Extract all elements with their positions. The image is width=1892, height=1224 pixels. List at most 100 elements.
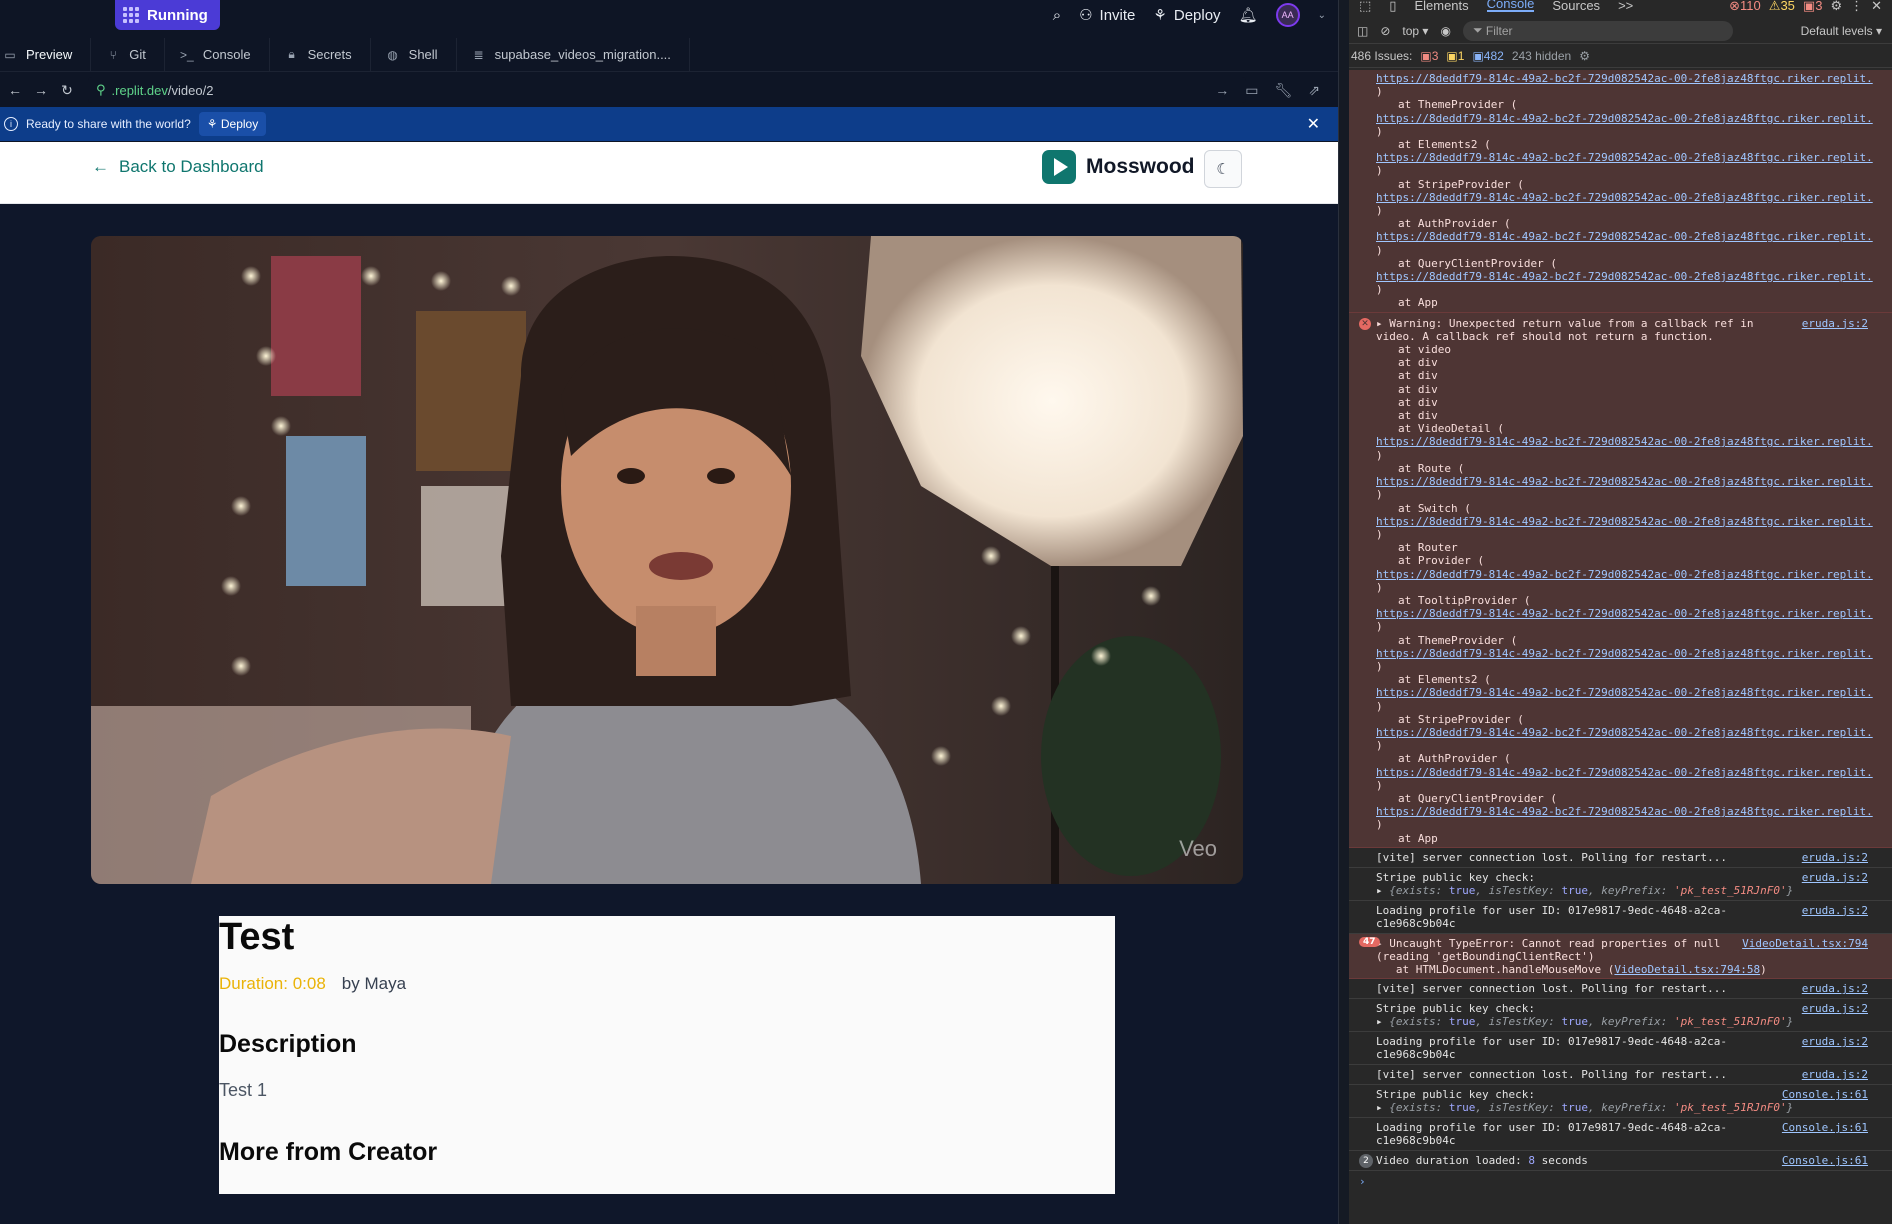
invite-button[interactable]: ⚇ Invite <box>1079 6 1135 25</box>
log-object[interactable]: ▸ {exists: true, isTestKey: true, keyPre… <box>1376 1015 1886 1028</box>
search-icon[interactable]: ⌕ <box>1053 7 1061 24</box>
settings-icon[interactable]: ⚙ <box>1579 49 1590 63</box>
stack-frame-link[interactable]: https://8deddf79-814c-49a2-bc2f-729d0825… <box>1376 475 1886 488</box>
tab-migration[interactable]: ≣ supabase_videos_migration.... <box>457 37 690 72</box>
gear-icon[interactable]: ⚙ <box>1830 0 1842 12</box>
stack-frame-link[interactable]: https://8deddf79-814c-49a2-bc2f-729d0825… <box>1376 191 1886 204</box>
stack-frame-close: ) <box>1376 488 1383 502</box>
forward-arrow-icon[interactable]: → <box>30 82 52 98</box>
stack-frame-link[interactable]: https://8deddf79-814c-49a2-bc2f-729d0825… <box>1376 515 1886 528</box>
log-levels-select[interactable]: Default levels ▾ <box>1801 24 1892 38</box>
source-link[interactable]: VideoDetail.tsx:794 <box>1742 937 1868 950</box>
stack-frame-link[interactable]: https://8deddf79-814c-49a2-bc2f-729d0825… <box>1376 647 1886 660</box>
url-bar: ← → ↻ ⚲ .replit.dev/video/2 → ▭ 🔧︎ ⇗ <box>0 74 1338 106</box>
stack-frame-close: ) <box>1376 778 1383 792</box>
top-actions: ⌕ ⚇ Invite ⚘ Deploy 🔔︎ AA ⌄ <box>1053 0 1326 30</box>
stack-frame-link[interactable]: https://8deddf79-814c-49a2-bc2f-729d0825… <box>1376 766 1886 779</box>
reload-icon[interactable]: ↻ <box>56 82 78 99</box>
stack-frame: at TooltipProvider ( <box>1398 593 1531 607</box>
source-link[interactable]: eruda.js:2 <box>1802 1068 1868 1081</box>
devices-icon[interactable]: ▭ <box>1245 82 1258 99</box>
avatar[interactable]: AA <box>1275 3 1300 27</box>
source-link[interactable]: eruda.js:2 <box>1802 904 1868 917</box>
tab-secrets[interactable]: 🔒︎ Secrets <box>270 37 371 72</box>
context-select[interactable]: top ▾ <box>1402 24 1428 38</box>
more-tabs-icon[interactable]: >> <box>1618 0 1633 12</box>
source-link[interactable]: eruda.js:2 <box>1802 871 1868 884</box>
stack-frame-link[interactable]: https://8deddf79-814c-49a2-bc2f-729d0825… <box>1376 112 1886 125</box>
issues-bar[interactable]: 486 Issues: ▣3 ▣1 ▣482 243 hidden ⚙ <box>1349 44 1892 68</box>
source-link[interactable]: Console.js:61 <box>1782 1154 1868 1167</box>
tab-console[interactable]: >_ Console <box>165 37 270 72</box>
log-object[interactable]: ▸ {exists: true, isTestKey: true, keyPre… <box>1376 884 1886 897</box>
hidden-count: 243 hidden <box>1511 48 1572 63</box>
url-input[interactable]: ⚲ .replit.dev/video/2 <box>88 77 1246 103</box>
issues-info: ▣482 <box>1472 48 1504 63</box>
stack-frame-link[interactable]: https://8deddf79-814c-49a2-bc2f-729d0825… <box>1376 230 1886 243</box>
url-path: /video/2 <box>167 82 214 98</box>
clear-console-icon[interactable]: ⊘ <box>1380 24 1390 38</box>
devtools-tab-elements[interactable]: Elements <box>1414 0 1468 12</box>
stack-frame-link[interactable]: https://8deddf79-814c-49a2-bc2f-729d0825… <box>1376 607 1886 620</box>
source-link[interactable]: eruda.js:2 <box>1802 317 1868 330</box>
sidebar-toggle-icon[interactable]: ◫ <box>1357 24 1368 38</box>
stack-frame-close: ) <box>1376 580 1383 594</box>
video-player[interactable]: Veo <box>91 236 1243 884</box>
arrow-right-icon[interactable]: → <box>1215 82 1229 99</box>
stack-frame: at Switch ( <box>1398 501 1471 515</box>
source-link[interactable]: eruda.js:2 <box>1802 1035 1868 1048</box>
devtools-counts[interactable]: ⊗110 ⚠35 ▣3 ⚙ ⋮ ✕ <box>1729 0 1892 12</box>
stack-frame-link[interactable]: https://8deddf79-814c-49a2-bc2f-729d0825… <box>1376 72 1886 85</box>
theme-toggle-button[interactable]: ☾ <box>1204 150 1242 188</box>
stack-frame-link[interactable]: https://8deddf79-814c-49a2-bc2f-729d0825… <box>1376 726 1886 739</box>
close-icon[interactable]: ✕ <box>1871 0 1882 12</box>
console-filter-input[interactable]: ⏷ Filter <box>1462 20 1733 41</box>
stack-frame: at div <box>1398 369 1438 383</box>
stack-frame: at App <box>1398 296 1438 310</box>
devtools-tabs: ⬚ ▯ Elements Console Sources >> ⊗110 ⚠35… <box>1349 0 1892 12</box>
brand[interactable]: Mosswood <box>1042 150 1195 184</box>
device-toggle-icon[interactable]: ▯ <box>1389 0 1396 12</box>
chevron-down-icon[interactable]: ⌄ <box>1318 10 1326 21</box>
source-link[interactable]: eruda.js:2 <box>1802 1002 1868 1015</box>
source-link[interactable]: eruda.js:2 <box>1802 982 1868 995</box>
deploy-top-button[interactable]: ⚘ Deploy <box>1153 6 1220 25</box>
stack-frame-link[interactable]: https://8deddf79-814c-49a2-bc2f-729d0825… <box>1376 568 1886 581</box>
shell-icon: ◍ <box>387 47 398 62</box>
devtools-tab-console[interactable]: Console <box>1486 0 1535 12</box>
stack-frame: at AuthProvider ( <box>1398 217 1511 231</box>
console-log-entry: [vite] server connection lost. Polling f… <box>1349 979 1892 1000</box>
external-link-icon[interactable]: ⇗ <box>1308 82 1320 99</box>
back-to-dashboard-link[interactable]: ← Back to Dashboard <box>92 157 264 177</box>
back-arrow-icon[interactable]: ← <box>4 82 26 98</box>
source-link[interactable]: Console.js:61 <box>1782 1088 1868 1101</box>
console-log-entry: Stripe public key check: eruda.js:2 ▸ {exi… <box>1349 999 1892 1033</box>
log-object[interactable]: ▸ {exists: true, isTestKey: true, keyPre… <box>1376 1101 1886 1114</box>
stack-frame-link[interactable]: https://8deddf79-814c-49a2-bc2f-729d0825… <box>1376 435 1886 448</box>
stack-frame-link[interactable]: https://8deddf79-814c-49a2-bc2f-729d0825… <box>1376 270 1886 283</box>
stack-frame-close: ) <box>1376 204 1383 218</box>
eye-icon[interactable]: ◉ <box>1440 24 1450 38</box>
console-prompt-input[interactable]: › <box>1349 1171 1892 1192</box>
close-icon[interactable]: ✕ <box>1307 114 1320 134</box>
stack-frame-close: ) <box>1376 620 1383 634</box>
stack-frame-link[interactable]: https://8deddf79-814c-49a2-bc2f-729d0825… <box>1376 805 1886 818</box>
inspect-icon[interactable]: ⬚ <box>1359 0 1371 12</box>
pane-resize-handle[interactable] <box>1338 0 1349 1224</box>
stack-frame-link[interactable]: https://8deddf79-814c-49a2-bc2f-729d0825… <box>1376 151 1886 164</box>
kebab-menu-icon[interactable]: ⋮ <box>1850 0 1863 12</box>
wrench-icon[interactable]: 🔧︎ <box>1274 82 1292 99</box>
tab-shell[interactable]: ◍ Shell <box>371 37 457 72</box>
source-link[interactable]: eruda.js:2 <box>1802 851 1868 864</box>
frame-link[interactable]: VideoDetail.tsx:794:58 <box>1614 963 1760 976</box>
video-author[interactable]: by Maya <box>342 974 406 994</box>
tab-preview[interactable]: ▭ Preview <box>0 37 92 72</box>
bell-icon[interactable]: 🔔︎ <box>1239 6 1258 24</box>
lock-icon: 🔒︎ <box>288 47 295 61</box>
stack-frame-link[interactable]: https://8deddf79-814c-49a2-bc2f-729d0825… <box>1376 686 1886 699</box>
tab-git[interactable]: ⑂ Git <box>91 37 165 72</box>
source-link[interactable]: Console.js:61 <box>1782 1121 1868 1134</box>
banner-deploy-button[interactable]: ⚘ Deploy <box>198 112 267 136</box>
run-status-button[interactable]: Running <box>115 0 220 30</box>
devtools-tab-sources[interactable]: Sources <box>1552 0 1600 12</box>
